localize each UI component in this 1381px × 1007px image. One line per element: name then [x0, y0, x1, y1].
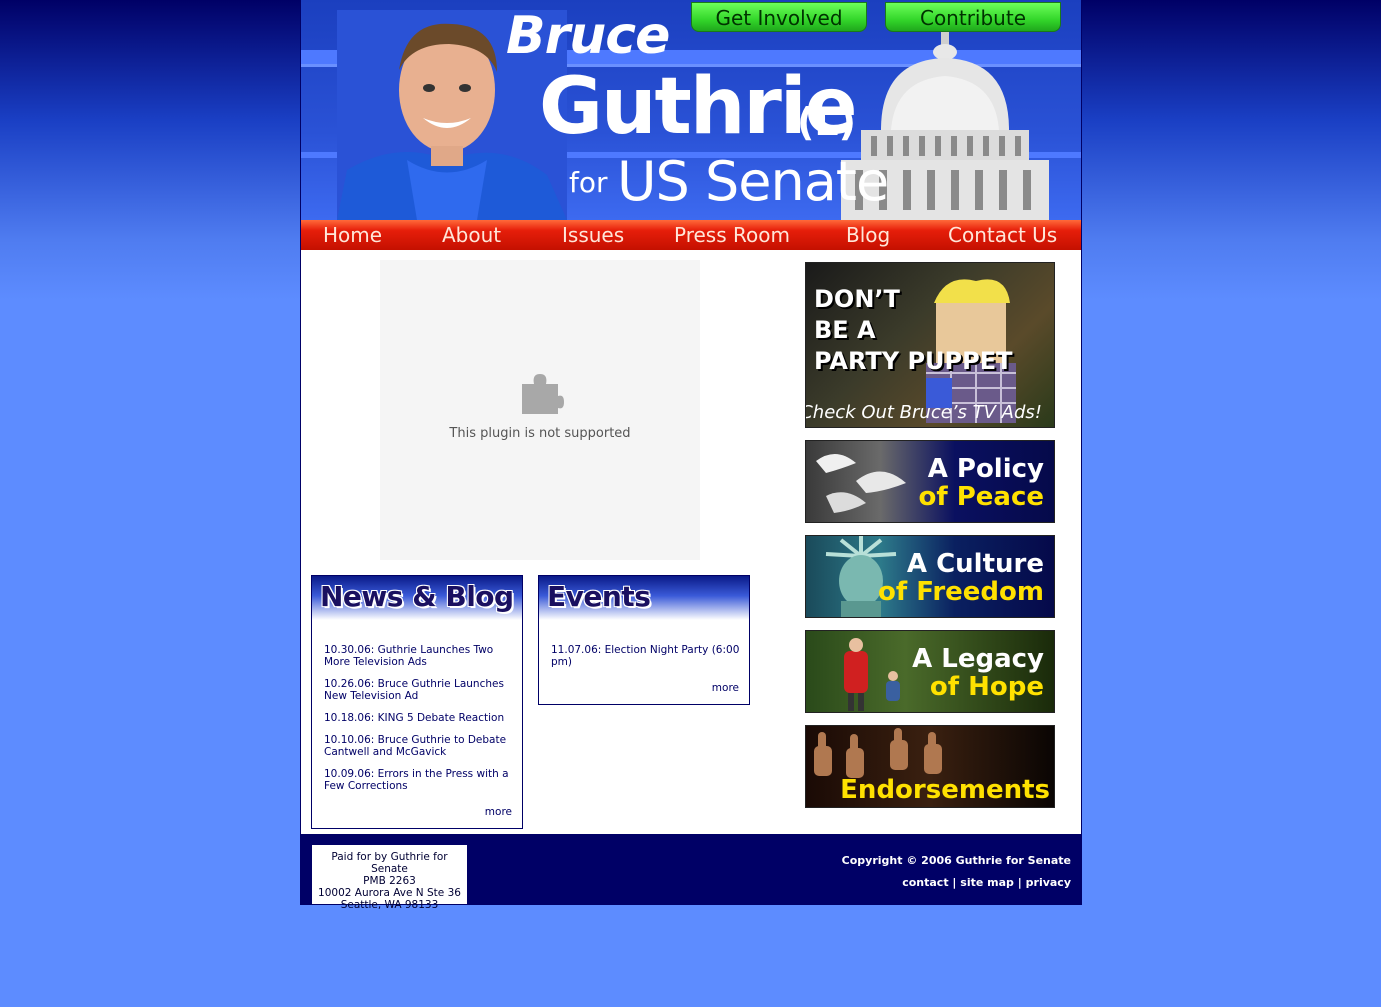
parent-child-image: [844, 638, 900, 711]
for-text: for: [569, 166, 608, 199]
main-nav: Home About Issues Press Room Blog Contac…: [301, 220, 1081, 250]
nav-issues[interactable]: Issues: [562, 223, 624, 247]
hope-line-2: of Hope: [929, 672, 1044, 702]
page-container: Bruce Guthrie (L) for US Senate Get Invo…: [300, 0, 1082, 911]
events-list: 11.07.06: Election Night Party (6:00 pm): [551, 644, 741, 678]
news-item[interactable]: 10.30.06: Guthrie Launches Two More Tele…: [324, 644, 514, 668]
events-box: Events 11.07.06: Election Night Party (6…: [538, 575, 750, 705]
events-title: Events: [547, 580, 651, 613]
office-title: US Senate: [617, 150, 889, 213]
footer-link-contact[interactable]: contact: [902, 876, 948, 889]
freedom-line-2: of Freedom: [878, 577, 1044, 607]
paid-for-notice: Paid for by Guthrie for Senate PMB 2263 …: [311, 844, 468, 911]
plugin-message: This plugin is not supported: [449, 426, 631, 441]
paid-for-line: 10002 Aurora Ave N Ste 36: [318, 887, 461, 899]
peace-line-2: of Peace: [918, 482, 1044, 512]
puppet-tagline: Check Out Bruce’s TV Ads!: [805, 402, 1042, 423]
footer: Paid for by Guthrie for Senate PMB 2263 …: [301, 834, 1081, 911]
contribute-button[interactable]: Contribute: [885, 2, 1061, 32]
puzzle-piece-icon: [522, 374, 564, 414]
policy-of-peace-banner[interactable]: A Policy of Peace: [805, 440, 1055, 523]
news-blog-title: News & Blog: [320, 580, 514, 613]
event-item[interactable]: 11.07.06: Election Night Party (6:00 pm): [551, 644, 741, 668]
footer-link-privacy[interactable]: privacy: [1026, 876, 1071, 889]
puppet-line-1: DON’T: [814, 285, 900, 313]
footer-link-site-map[interactable]: site map: [960, 876, 1014, 889]
nav-press-room[interactable]: Press Room: [674, 223, 790, 247]
nav-blog[interactable]: Blog: [846, 223, 890, 247]
party-puppet-banner[interactable]: DON’T BE A PARTY PUPPET Check Out Bruce’…: [805, 262, 1055, 428]
events-header: Events: [539, 576, 749, 620]
paid-for-line: Paid for by Guthrie for Senate: [331, 851, 448, 875]
peace-line-1: A Policy: [927, 454, 1044, 484]
nav-home[interactable]: Home: [323, 223, 382, 247]
nav-contact-us[interactable]: Contact Us: [948, 223, 1057, 247]
news-blog-header: News & Blog: [312, 576, 522, 620]
nav-about[interactable]: About: [442, 223, 501, 247]
news-item[interactable]: 10.26.06: Bruce Guthrie Launches New Tel…: [324, 678, 514, 702]
footer-separator: |: [952, 876, 957, 889]
freedom-line-1: A Culture: [906, 549, 1044, 579]
news-blog-box: News & Blog 10.30.06: Guthrie Launches T…: [311, 575, 523, 829]
puppet-line-2: BE A: [814, 316, 876, 344]
party-label: (L): [797, 100, 856, 144]
culture-of-freedom-banner[interactable]: A Culture of Freedom: [805, 535, 1055, 618]
puppet-line-3: PARTY PUPPET: [814, 347, 1013, 375]
footer-separator: |: [1017, 876, 1022, 889]
doves-image: [816, 453, 906, 513]
endorsements-label: Endorsements: [840, 775, 1050, 805]
get-involved-button[interactable]: Get Involved: [691, 2, 867, 32]
footer-links: contact | site map | privacy: [902, 876, 1071, 889]
news-more-link[interactable]: more: [485, 806, 512, 818]
paid-for-line: Seattle, WA 98133: [340, 899, 439, 911]
hope-line-1: A Legacy: [912, 644, 1044, 674]
news-item[interactable]: 10.10.06: Bruce Guthrie to Debate Cantwe…: [324, 734, 514, 758]
events-more-link[interactable]: more: [712, 682, 739, 694]
header-banner: Bruce Guthrie (L) for US Senate Get Invo…: [301, 0, 1081, 220]
news-item[interactable]: 10.09.06: Errors in the Press with a Few…: [324, 768, 514, 792]
copyright-text: Copyright © 2006 Guthrie for Senate: [841, 854, 1071, 867]
paid-for-line: PMB 2263: [363, 875, 416, 887]
video-plugin-placeholder[interactable]: This plugin is not supported: [380, 260, 700, 560]
endorsements-banner[interactable]: Endorsements: [805, 725, 1055, 808]
legacy-of-hope-banner[interactable]: A Legacy of Hope: [805, 630, 1055, 713]
news-item[interactable]: 10.18.06: KING 5 Debate Reaction: [324, 712, 514, 724]
candidate-first-name: Bruce: [506, 6, 670, 66]
news-list: 10.30.06: Guthrie Launches Two More Tele…: [324, 644, 514, 802]
